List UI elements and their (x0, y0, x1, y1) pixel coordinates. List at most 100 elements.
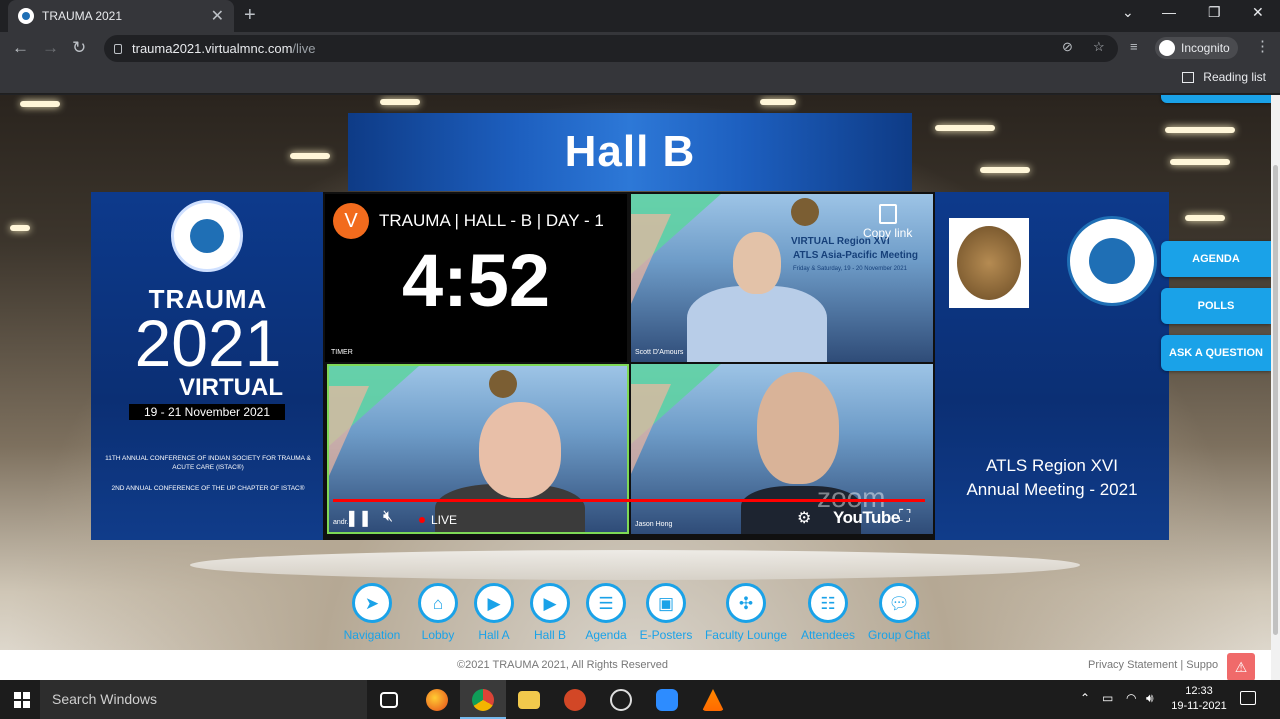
copy-link-button[interactable]: Copy link (863, 204, 912, 240)
powerpoint-icon[interactable] (564, 689, 586, 711)
nav-label: Hall A (478, 628, 510, 642)
ceiling-light (1185, 215, 1225, 221)
nav-hall-b[interactable]: ▶ Hall B (522, 583, 578, 642)
slide-emblem-icon (791, 198, 819, 226)
speaker-head (479, 402, 561, 498)
nav-navigation[interactable]: ➤ Navigation (334, 583, 410, 642)
agenda-side-button[interactable]: AGENDA (1161, 241, 1271, 277)
forward-icon[interactable]: → (42, 38, 59, 58)
channel-avatar[interactable]: V (333, 203, 369, 239)
nav-label: Lobby (421, 628, 455, 642)
atls-caption-line1: ATLS Region XVI (986, 456, 1118, 475)
reading-list-label: Reading list (1203, 70, 1266, 84)
file-explorer-icon[interactable] (518, 691, 540, 709)
copy-icon (878, 204, 897, 224)
windows-start-icon[interactable] (14, 692, 30, 708)
wifi-icon[interactable]: ◠ (1126, 691, 1136, 705)
settings-gear-icon[interactable]: ⚙ (797, 508, 811, 528)
copyright-text: ©2021 TRAUMA 2021, All Rights Reserved (457, 659, 668, 671)
windows-search-box[interactable]: Search Windows (40, 680, 367, 719)
nav-attendees[interactable]: ☷ Attendees (796, 583, 860, 642)
minimize-icon[interactable]: — (1162, 4, 1176, 20)
clock-date: 19-11-2021 (1171, 700, 1227, 712)
reading-list-icon (1182, 71, 1195, 83)
volume-icon[interactable]: 🔊︎ (1146, 691, 1154, 706)
back-icon[interactable]: ← (12, 38, 29, 58)
page-scrollbar[interactable] (1271, 95, 1280, 680)
speaker-head (733, 232, 781, 294)
slide-subtitle: Friday & Saturday, 19 - 20 November 2021 (793, 266, 907, 272)
fullscreen-icon[interactable]: ⛶ (899, 508, 910, 526)
browser-tab[interactable]: TRAUMA 2021 ✕ (8, 0, 234, 32)
close-tab-icon[interactable]: ✕ (211, 6, 224, 26)
speaker-head (757, 372, 839, 484)
incognito-label: Incognito (1181, 41, 1230, 55)
bottom-navigation: ➤ Navigation ⌂ Lobby ▶ Hall A ▶ Hall B ☰… (0, 583, 1271, 645)
youtube-logo[interactable]: YouTube (833, 508, 900, 528)
lobby-icon: ⌂ (418, 583, 458, 623)
bookmark-star-icon[interactable]: ☆ (1093, 39, 1105, 55)
windows-taskbar: Search Windows ⌃ ▭ ◠ 🔊︎ 12:33 19-11-2021 (0, 680, 1280, 719)
new-tab-icon[interactable]: + (244, 4, 256, 27)
obs-icon[interactable] (610, 689, 632, 711)
event-banner-left: TRAUMA 2021 VIRTUAL 19 - 21 November 202… (91, 192, 325, 540)
mute-icon[interactable]: 🔇︎ (383, 508, 393, 526)
url-path: /live (292, 41, 316, 56)
nav-label: Hall B (533, 628, 566, 642)
polls-side-button[interactable]: POLLS (1161, 288, 1271, 324)
pause-icon[interactable]: ❚❚ (345, 508, 372, 528)
vlc-icon[interactable] (702, 689, 724, 711)
video-progress-bar[interactable] (333, 499, 925, 502)
copy-link-label: Copy link (863, 226, 913, 240)
live-indicator[interactable]: LIVE (419, 513, 457, 527)
privacy-link[interactable]: Privacy Statement (1088, 659, 1177, 671)
chrome-icon[interactable] (472, 689, 494, 711)
system-clock[interactable]: 12:33 19-11-2021 (1170, 684, 1228, 714)
browser-toolbar: ← → ↻ trauma2021.virtualmnc.com /live ⊘ … (0, 32, 1280, 64)
attendees-icon: ☷ (808, 583, 848, 623)
incognito-badge[interactable]: Incognito (1155, 37, 1238, 59)
window-close-icon[interactable]: ✕ (1252, 4, 1264, 21)
firefox-icon[interactable] (426, 689, 448, 711)
nav-agenda[interactable]: ☰ Agenda (578, 583, 634, 642)
nav-faculty-lounge[interactable]: ✣ Faculty Lounge (700, 583, 792, 642)
zoom-app-icon[interactable] (656, 689, 678, 711)
speaker-name-1: Scott D'Amours (635, 349, 684, 356)
media-queue-icon[interactable]: ≡ (1130, 39, 1138, 54)
nav-lobby[interactable]: ⌂ Lobby (410, 583, 466, 642)
group-chat-icon: 💬︎ (879, 583, 919, 623)
istac-logo-icon (171, 200, 243, 272)
ask-question-side-button[interactable]: ASK A QUESTION (1161, 335, 1271, 371)
support-link[interactable]: Suppo (1186, 659, 1218, 671)
faculty-lounge-icon: ✣ (726, 583, 766, 623)
tracking-blocked-icon[interactable]: ⊘ (1062, 39, 1073, 55)
notifications-icon[interactable] (1240, 691, 1256, 705)
reload-icon[interactable]: ↻ (72, 38, 86, 58)
video-title[interactable]: TRAUMA | HALL - B | DAY - 1 (379, 211, 604, 231)
lock-icon (114, 43, 122, 54)
slide-shape (631, 214, 671, 304)
battery-icon[interactable]: ▭ (1102, 691, 1113, 705)
banner-conference-2: 2ND ANNUAL CONFERENCE OF THE UP CHAPTER … (111, 485, 305, 492)
atls-caption-line2: Annual Meeting - 2021 (966, 480, 1138, 499)
nav-group-chat[interactable]: 💬︎ Group Chat (862, 583, 936, 642)
page-footer: ©2021 TRAUMA 2021, All Rights Reserved P… (0, 650, 1271, 680)
youtube-live-player[interactable]: 4:52 TIMER VIRTUAL Region XVI ATLS Asia-… (323, 192, 935, 540)
side-tab-top[interactable] (1161, 95, 1271, 103)
tray-chevron-icon[interactable]: ⌃ (1080, 691, 1090, 705)
nav-hall-a[interactable]: ▶ Hall A (466, 583, 522, 642)
banner-dates: 19 - 21 November 2021 (129, 404, 285, 420)
banner-year: 2021 (134, 306, 282, 380)
speaker-tile-2: andr... (327, 364, 629, 534)
warning-icon[interactable]: ⚠ (1227, 653, 1255, 680)
task-view-icon[interactable] (380, 692, 398, 708)
nav-e-posters[interactable]: ▣ E-Posters (634, 583, 698, 642)
tab-search-chevron-icon[interactable]: ⌄ (1122, 4, 1134, 21)
menu-dots-icon[interactable]: ⋮ (1255, 37, 1270, 55)
bookmarks-bar: Reading list (0, 64, 1280, 94)
reading-list-button[interactable]: Reading list (1182, 70, 1266, 84)
restore-icon[interactable]: ❐ (1208, 4, 1221, 21)
scrollbar-thumb[interactable] (1273, 165, 1278, 635)
address-bar[interactable]: trauma2021.virtualmnc.com /live (104, 35, 1118, 62)
banner-conference-1: 11TH ANNUAL CONFERENCE OF INDIAN SOCIETY… (105, 455, 311, 471)
